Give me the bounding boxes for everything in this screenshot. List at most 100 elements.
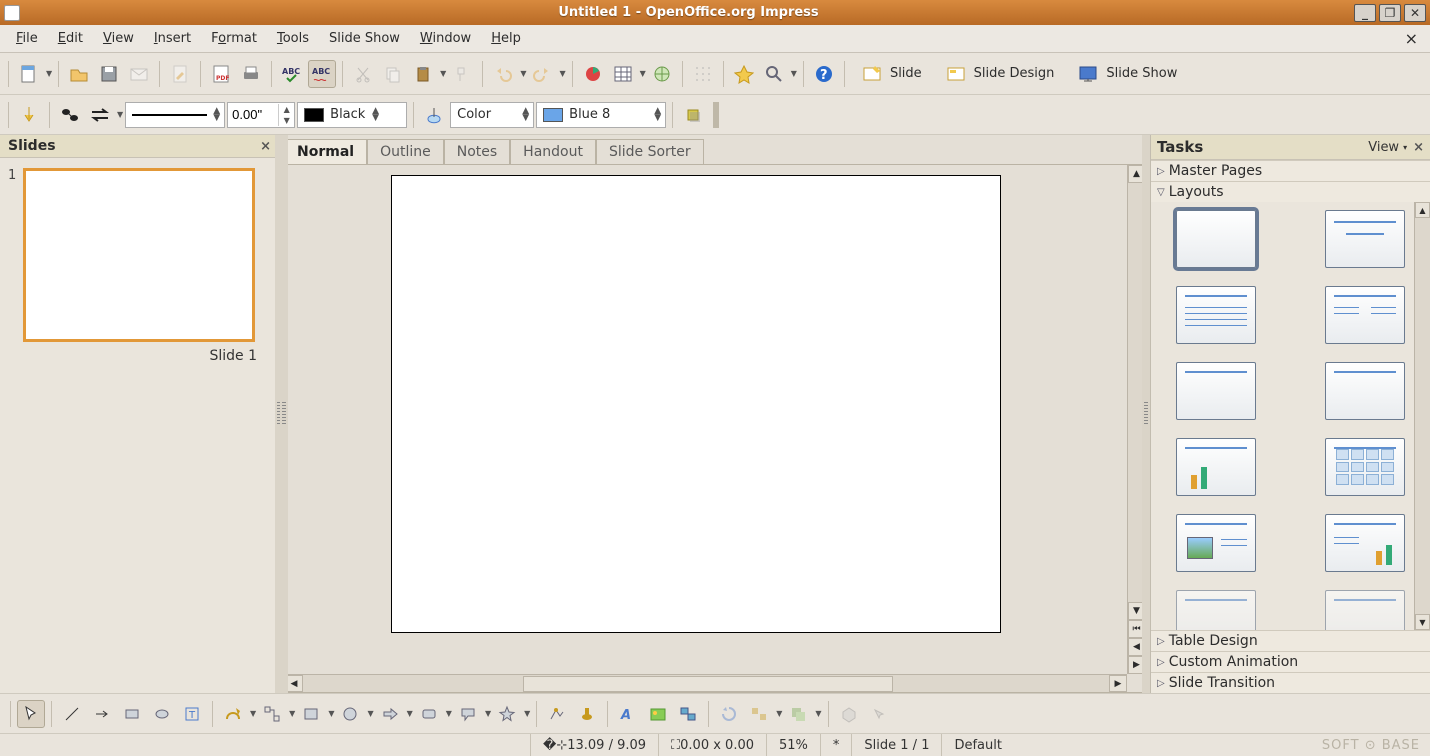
new-button[interactable] <box>15 60 43 88</box>
document-close-button[interactable]: × <box>1399 27 1424 50</box>
extrusion-tool[interactable] <box>835 700 863 728</box>
line-style-select[interactable]: ▲▼ <box>125 102 225 128</box>
redo-dropdown-icon[interactable]: ▼ <box>559 69 565 78</box>
gallery-tool[interactable] <box>674 700 702 728</box>
menu-window[interactable]: Window <box>410 28 481 49</box>
layout-title-only-2[interactable] <box>1325 362 1405 420</box>
shadow-button[interactable] <box>679 101 707 129</box>
points-tool[interactable] <box>543 700 571 728</box>
horizontal-scrollbar[interactable]: ◀ ▶ <box>285 674 1127 692</box>
menu-insert[interactable]: Insert <box>144 28 201 49</box>
menu-help[interactable]: Help <box>481 28 531 49</box>
section-layouts[interactable]: ▽Layouts <box>1151 181 1430 202</box>
symbol-shapes-tool[interactable] <box>336 700 364 728</box>
fontwork-tool[interactable]: A <box>614 700 642 728</box>
callouts-tool[interactable] <box>454 700 482 728</box>
menu-tools[interactable]: Tools <box>267 28 319 49</box>
menu-format[interactable]: Format <box>201 28 267 49</box>
arrow-style-button[interactable] <box>15 101 43 129</box>
paste-dropdown-icon[interactable]: ▼ <box>440 69 446 78</box>
fill-type-select[interactable]: Color ▲▼ <box>450 102 534 128</box>
slide-show-button[interactable]: Slide Show <box>1067 59 1188 89</box>
menu-view[interactable]: View <box>93 28 144 49</box>
layout-title-text-chart[interactable] <box>1325 514 1405 572</box>
stars-tool[interactable] <box>493 700 521 728</box>
section-master-pages[interactable]: ▷Master Pages <box>1151 160 1430 181</box>
slide-button[interactable]: Slide <box>851 59 933 89</box>
interaction-tool[interactable] <box>865 700 893 728</box>
tab-notes[interactable]: Notes <box>444 139 510 165</box>
right-pane-grip[interactable] <box>1142 135 1150 693</box>
grid-button[interactable] <box>689 60 717 88</box>
area-button[interactable] <box>420 101 448 129</box>
left-pane-grip[interactable] <box>280 135 288 693</box>
chart-button[interactable] <box>579 60 607 88</box>
from-file-tool[interactable] <box>644 700 672 728</box>
line-endings-button[interactable] <box>56 101 84 129</box>
auto-spellcheck-button[interactable]: ABC <box>308 60 336 88</box>
table-button[interactable] <box>609 60 637 88</box>
select-tool[interactable] <box>17 700 45 728</box>
tab-slide-sorter[interactable]: Slide Sorter <box>596 139 704 165</box>
slide-design-button[interactable]: Slide Design <box>935 59 1066 89</box>
layout-title[interactable] <box>1325 210 1405 268</box>
print-button[interactable] <box>237 60 265 88</box>
email-button[interactable] <box>125 60 153 88</box>
arrows-swap-button[interactable] <box>86 101 114 129</box>
maximize-button[interactable]: ❐ <box>1379 4 1401 22</box>
line-color-select[interactable]: Black ▲▼ <box>297 102 407 128</box>
basic-shapes-tool[interactable] <box>297 700 325 728</box>
section-table-design[interactable]: ▷Table Design <box>1151 630 1430 651</box>
zoom-button[interactable] <box>760 60 788 88</box>
curve-tool[interactable] <box>219 700 247 728</box>
tab-normal[interactable]: Normal <box>284 139 367 165</box>
help-button[interactable]: ? <box>810 60 838 88</box>
table-dropdown-icon[interactable]: ▼ <box>640 69 646 78</box>
ellipse-tool[interactable] <box>148 700 176 728</box>
section-slide-transition[interactable]: ▷Slide Transition <box>1151 672 1430 693</box>
minimize-button[interactable]: _ <box>1354 4 1376 22</box>
tasks-panel-close-icon[interactable]: × <box>1413 140 1424 155</box>
save-button[interactable] <box>95 60 123 88</box>
menu-file[interactable]: File <box>6 28 48 49</box>
menu-edit[interactable]: Edit <box>48 28 93 49</box>
new-dropdown-icon[interactable]: ▼ <box>46 69 52 78</box>
rotate-tool[interactable] <box>715 700 743 728</box>
tab-handout[interactable]: Handout <box>510 139 596 165</box>
hyperlink-button[interactable] <box>648 60 676 88</box>
block-arrows-tool[interactable] <box>376 700 404 728</box>
edit-file-button[interactable] <box>166 60 194 88</box>
slides-panel-close-icon[interactable]: × <box>260 139 271 154</box>
line-width-value[interactable] <box>228 104 278 126</box>
layouts-scrollbar[interactable]: ▲ ▼ <box>1414 202 1430 630</box>
layout-two-content[interactable] <box>1325 286 1405 344</box>
connector-tool[interactable] <box>258 700 286 728</box>
line-width-input[interactable]: ▲▼ <box>227 102 295 128</box>
redo-button[interactable] <box>528 60 556 88</box>
arrange-tool[interactable] <box>784 700 812 728</box>
open-button[interactable] <box>65 60 93 88</box>
arrows-dropdown-icon[interactable]: ▼ <box>117 110 123 119</box>
rectangle-tool[interactable] <box>118 700 146 728</box>
layout-title-only[interactable] <box>1176 362 1256 420</box>
tasks-view-menu[interactable]: View ▾ <box>1368 140 1407 155</box>
zoom-dropdown-icon[interactable]: ▼ <box>791 69 797 78</box>
format-paintbrush-button[interactable] <box>448 60 476 88</box>
layout-title-table[interactable] <box>1325 438 1405 496</box>
tab-outline[interactable]: Outline <box>367 139 444 165</box>
fill-color-select[interactable]: Blue 8 ▲▼ <box>536 102 666 128</box>
layout-title-chart[interactable] <box>1176 438 1256 496</box>
section-custom-animation[interactable]: ▷Custom Animation <box>1151 651 1430 672</box>
layout-blank[interactable] <box>1176 210 1256 268</box>
navigator-button[interactable] <box>730 60 758 88</box>
undo-button[interactable] <box>489 60 517 88</box>
slide-thumbnail-1[interactable] <box>23 168 255 342</box>
line-tool[interactable] <box>58 700 86 728</box>
layout-title-clip[interactable] <box>1176 514 1256 572</box>
align-tool[interactable] <box>745 700 773 728</box>
toolbar-grip[interactable] <box>713 102 719 128</box>
layout-more-2[interactable] <box>1325 590 1405 630</box>
menu-slideshow[interactable]: Slide Show <box>319 28 410 49</box>
close-window-button[interactable]: ✕ <box>1404 4 1426 22</box>
undo-dropdown-icon[interactable]: ▼ <box>520 69 526 78</box>
